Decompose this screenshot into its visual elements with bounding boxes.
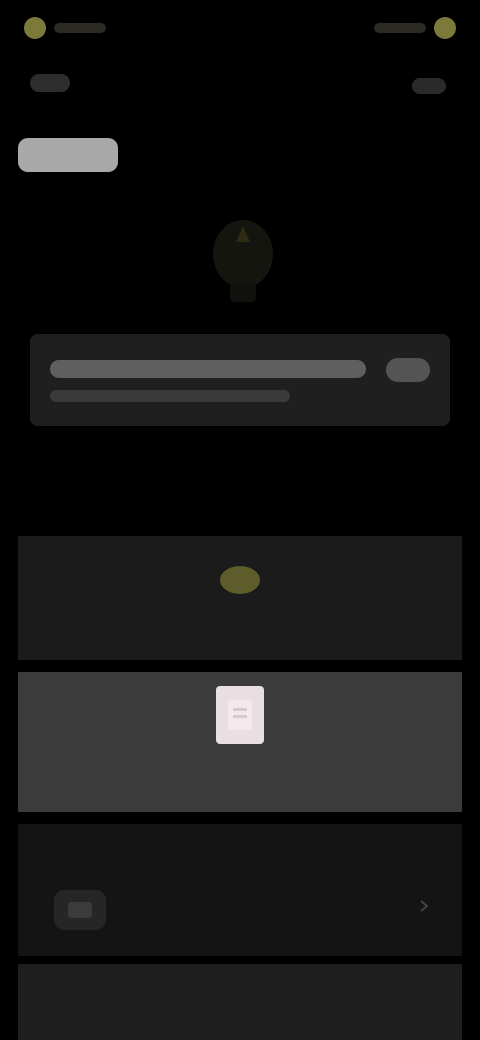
option-card-3[interactable] <box>18 824 462 956</box>
banner-toggle[interactable] <box>386 358 430 382</box>
sub-right-pill <box>412 78 446 94</box>
status-left <box>24 14 106 42</box>
info-banner[interactable] <box>30 334 450 426</box>
banner-title <box>50 360 366 378</box>
sub-left-pill <box>30 74 70 92</box>
lightbulb-icon <box>216 556 264 604</box>
option-card-4[interactable] <box>18 964 462 1040</box>
chevron-right-icon[interactable] <box>412 894 436 918</box>
lightbulb-icon <box>188 206 298 318</box>
banner-subtitle <box>50 390 290 402</box>
status-left-text <box>54 23 106 33</box>
option-card-2[interactable] <box>18 672 462 812</box>
document-icon <box>216 686 264 744</box>
battery-icon <box>434 17 456 39</box>
status-right-text <box>374 23 426 33</box>
device-icon <box>54 890 106 930</box>
status-icon <box>24 17 46 39</box>
status-right <box>374 14 456 42</box>
back-button[interactable] <box>18 138 118 172</box>
option-card-1[interactable] <box>18 536 462 660</box>
